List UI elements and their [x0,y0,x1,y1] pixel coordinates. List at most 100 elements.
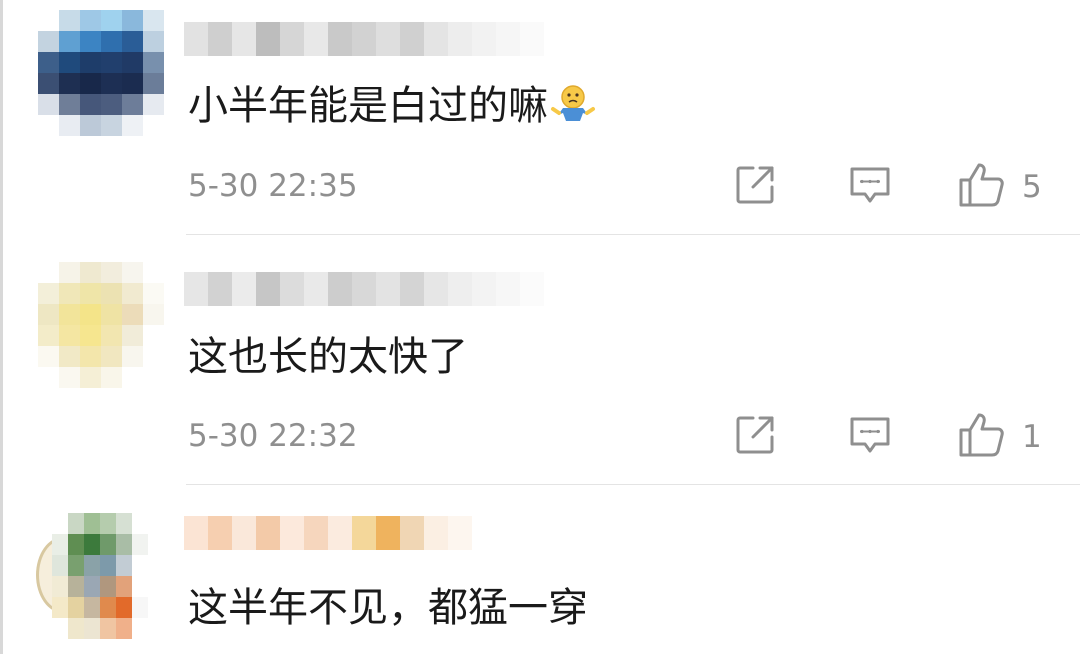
avatar-pixel [122,325,143,346]
username-pixel [304,272,328,306]
avatar-pixel [38,346,59,367]
username-pixel [280,516,304,550]
avatar-pixel [132,513,148,534]
avatar-pixel [101,346,122,367]
avatar-pixel [132,534,148,555]
avatar-pixel [38,10,59,31]
username-pixel [208,272,232,306]
avatar-pixel [84,576,100,597]
timestamp: 5-30 22:35 [188,168,358,204]
username-pixel [448,516,472,550]
comment-text: 这也长的太快了 [188,333,468,381]
avatar-pixel [52,513,68,534]
avatar-pixel [38,325,59,346]
avatar-pixel [38,262,59,283]
avatar-pixel [80,367,101,388]
share-icon [734,164,776,210]
avatar-pixel [101,325,122,346]
reply-button[interactable] [849,164,891,210]
avatar-pixel [59,262,80,283]
username-pixel [328,516,352,550]
username-pixel [256,22,280,56]
avatar-pixel [100,597,116,618]
avatar-pixel [100,555,116,576]
comment-bubble-icon [849,164,891,210]
avatar-pixel [80,94,101,115]
avatar-pixel [143,304,164,325]
avatar-pixel [101,73,122,94]
username-pixel [448,272,472,306]
avatar-pixel [101,94,122,115]
like-button[interactable]: 5 [958,162,1042,212]
avatar-pixel [52,597,68,618]
like-button[interactable]: 1 [958,412,1042,462]
username-pixel [424,516,448,550]
avatar-pixel [122,346,143,367]
username-pixel [304,516,328,550]
comment-item: 这也长的太快了 5-30 22:32 1 [0,236,1080,484]
username-pixel [376,516,400,550]
thumbs-up-icon [958,412,1006,462]
avatar-pixel [122,31,143,52]
avatar-pixel [59,325,80,346]
avatar-pixel [122,52,143,73]
avatar[interactable] [38,262,164,388]
avatar-pixel [52,618,68,639]
avatar-pixel [38,94,59,115]
username-blurred[interactable] [184,516,472,550]
divider [186,234,1080,235]
avatar-pixel [116,555,132,576]
username-pixel [424,22,448,56]
avatar-pixel [143,346,164,367]
avatar-pixel [80,262,101,283]
avatar[interactable] [38,10,164,136]
avatar-pixel [100,534,116,555]
avatar-pixel [80,346,101,367]
username-pixel [232,22,256,56]
avatar-pixel [143,52,164,73]
share-button[interactable] [734,414,776,460]
avatar-pixel [59,346,80,367]
avatar-pixel [59,283,80,304]
username-pixel [280,22,304,56]
avatar-pixel [68,576,84,597]
reply-button[interactable] [849,414,891,460]
username-pixel [184,516,208,550]
avatar-pixel [122,304,143,325]
username-pixel [352,272,376,306]
avatar[interactable] [52,513,148,639]
avatar-pixel [101,31,122,52]
avatar-pixel [84,513,100,534]
avatar-pixel [100,576,116,597]
username-pixel [304,22,328,56]
share-button[interactable] [734,164,776,210]
avatar-pixel [143,10,164,31]
comment-text: 小半年能是白过的嘛 [188,82,596,134]
avatar-pixel [143,325,164,346]
avatar-pixel [52,555,68,576]
divider [186,484,1080,485]
username-blurred[interactable] [184,22,544,56]
avatar-pixel [68,597,84,618]
comment-text: 这半年不见，都猛一穿 [188,584,588,632]
avatar-pixel [80,31,101,52]
avatar-pixel [59,304,80,325]
avatar-pixel [122,94,143,115]
comment-text-content: 这半年不见，都猛一穿 [188,585,588,631]
username-pixel [352,516,376,550]
avatar-pixel [68,555,84,576]
avatar-pixel [116,534,132,555]
avatar-pixel [100,513,116,534]
timestamp: 5-30 22:32 [188,418,358,454]
avatar-pixel [68,513,84,534]
avatar-pixel [38,304,59,325]
avatar-pixel [59,10,80,31]
avatar-pixel [52,534,68,555]
avatar-pixel [59,31,80,52]
avatar-pixel [59,115,80,136]
username-blurred[interactable] [184,272,544,306]
avatar-pixel [84,555,100,576]
avatar-pixel [116,618,132,639]
username-pixel [232,516,256,550]
avatar-pixel [122,115,143,136]
